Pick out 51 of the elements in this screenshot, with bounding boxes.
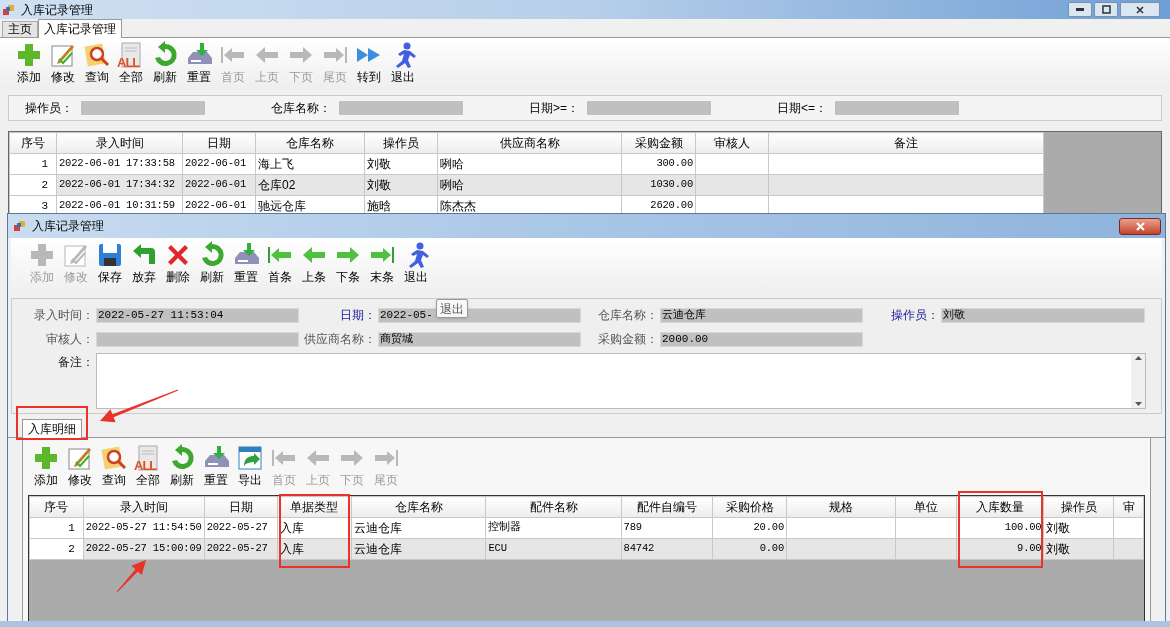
field-label: 仓库名称： bbox=[597, 307, 659, 324]
table-cell: ECU bbox=[485, 538, 622, 560]
table-cell: 海上飞 bbox=[255, 153, 365, 175]
field-label: 采购金额： bbox=[597, 331, 659, 348]
table-cell: 咧哈 bbox=[437, 174, 622, 196]
table-cell: 2022-05-27 bbox=[204, 538, 278, 560]
row-number: 2 bbox=[29, 538, 84, 560]
table-cell: 100.00 bbox=[956, 517, 1044, 539]
field-label: 日期： bbox=[339, 307, 377, 324]
table-cell: 20.00 bbox=[712, 517, 787, 539]
table-cell: 2022-05-27 bbox=[204, 517, 278, 539]
field-label: 备注： bbox=[57, 354, 95, 371]
field-label: 操作员： bbox=[25, 100, 73, 117]
row-number: 1 bbox=[29, 517, 84, 539]
table-cell: 刘敬 bbox=[364, 174, 438, 196]
tooltip: 退出 bbox=[436, 299, 468, 318]
table-cell: 2022-06-01 17:34:32 bbox=[56, 174, 183, 196]
table-cell: 入库 bbox=[277, 517, 352, 539]
field-label: 录入时间： bbox=[33, 307, 95, 324]
table-cell: 刘敬 bbox=[1043, 517, 1114, 539]
table-cell: 仓库02 bbox=[255, 174, 365, 196]
row-number: 2 bbox=[9, 174, 57, 196]
table-cell: 刘敬 bbox=[364, 153, 438, 175]
table-cell: 2022-05-27 11:54:50 bbox=[83, 517, 205, 539]
window-title: 入库记录管理 bbox=[21, 1, 93, 19]
table-cell: 控制器 bbox=[485, 517, 622, 539]
icon-label: ALL bbox=[117, 56, 140, 69]
field-label: 审核人： bbox=[45, 331, 95, 348]
table-cell: 789 bbox=[621, 517, 713, 539]
dialog-title: 入库记录管理 bbox=[32, 218, 104, 235]
table-cell: 300.00 bbox=[621, 153, 696, 175]
field-label: 供应商名称： bbox=[303, 331, 377, 348]
table-cell: 2022-06-01 17:33:58 bbox=[56, 153, 183, 175]
table-cell: 咧哈 bbox=[437, 153, 622, 175]
table-cell: 刘敬 bbox=[1043, 538, 1114, 560]
table-cell: 1030.00 bbox=[621, 174, 696, 196]
table-cell: 2022-06-01 bbox=[182, 153, 256, 175]
field-label: 仓库名称： bbox=[271, 100, 331, 117]
icon-label: ALL bbox=[134, 459, 157, 472]
table-cell: 2022-06-01 bbox=[182, 174, 256, 196]
table-cell: 云迪仓库 bbox=[351, 517, 486, 539]
table-cell: 2022-05-27 15:00:09 bbox=[83, 538, 205, 560]
field-label: 操作员： bbox=[890, 307, 940, 324]
table-cell: 云迪仓库 bbox=[351, 538, 486, 560]
table-cell: 9.00 bbox=[956, 538, 1044, 560]
row-number: 1 bbox=[9, 153, 57, 175]
table-cell: 入库 bbox=[277, 538, 352, 560]
field-label: 日期<=： bbox=[777, 100, 828, 117]
field-label: 日期>=： bbox=[529, 100, 579, 117]
table-cell: 0.00 bbox=[712, 538, 787, 560]
table-cell: 84742 bbox=[621, 538, 713, 560]
